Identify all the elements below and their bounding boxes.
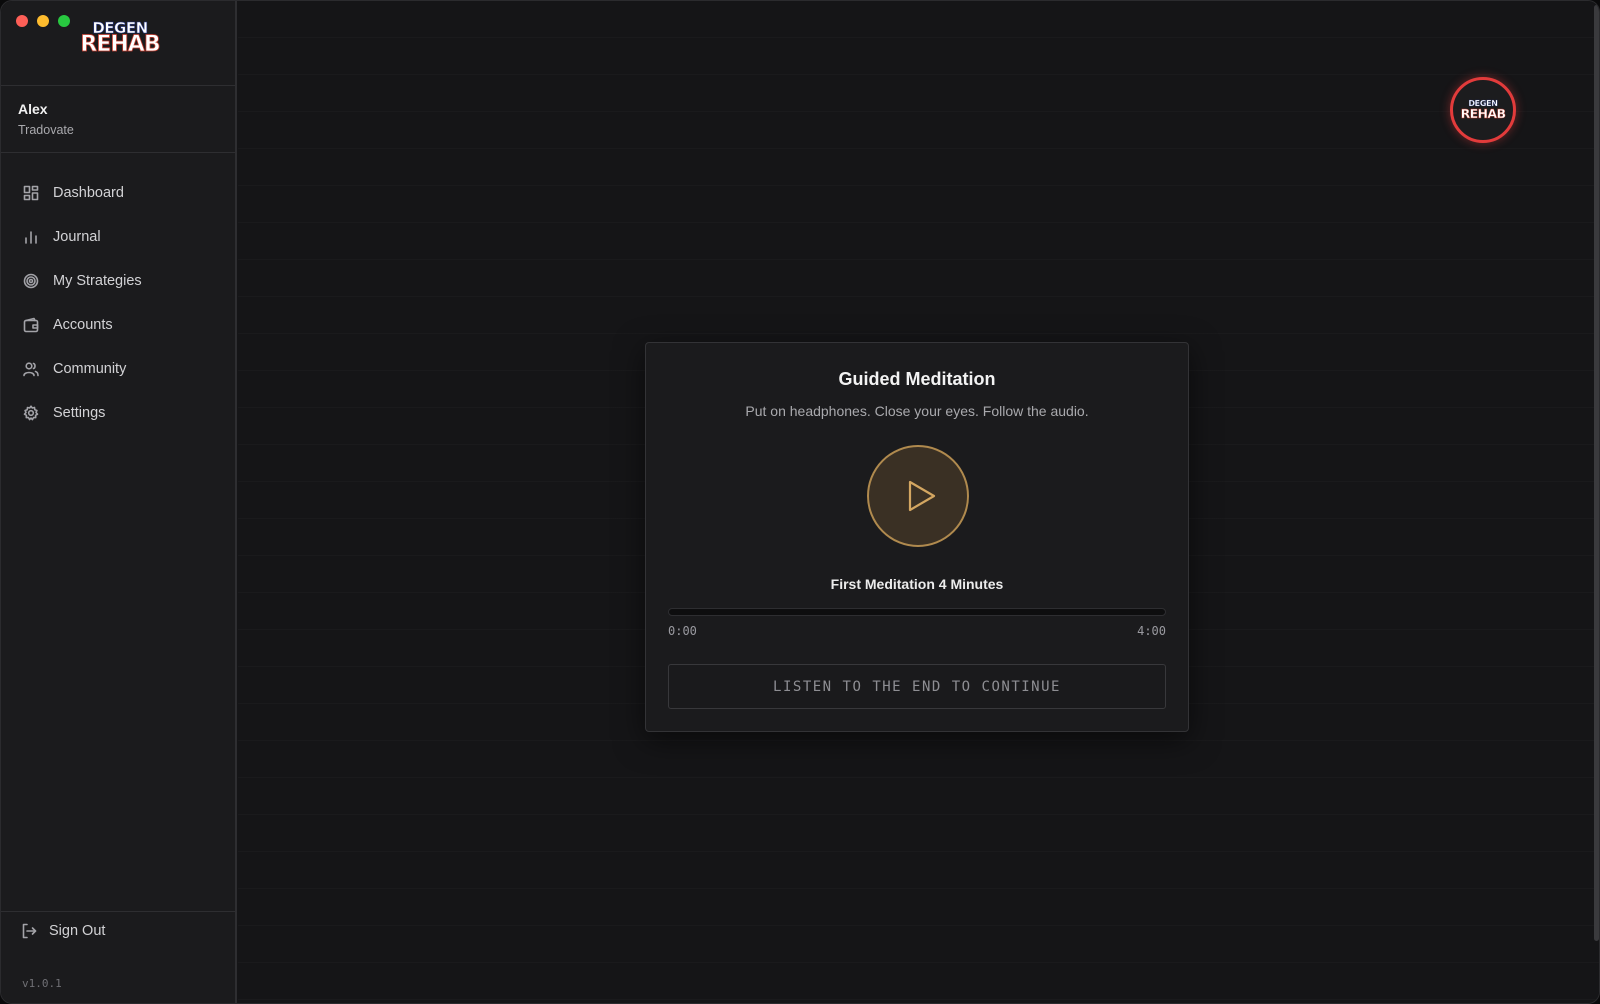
- sidebar-item-my-strategies[interactable]: My Strategies: [11, 259, 227, 303]
- window-controls: [16, 15, 70, 27]
- track-title: First Meditation 4 Minutes: [830, 576, 1004, 592]
- sidebar-item-label: My Strategies: [53, 273, 142, 289]
- sidebar: DEGEN REHAB Alex Tradovate Dashboard Jou…: [1, 1, 237, 1003]
- sidebar-item-settings[interactable]: Settings: [11, 391, 227, 435]
- maximize-window-button[interactable]: [58, 15, 70, 27]
- user-broker: Tradovate: [18, 123, 74, 137]
- play-icon: [908, 480, 936, 512]
- logo-bottom-text: REHAB: [80, 32, 161, 57]
- wallet-icon: [21, 315, 41, 335]
- card-title: Guided Meditation: [838, 369, 996, 389]
- sidebar-divider: [1, 85, 237, 86]
- logo-emblem: [103, 59, 139, 75]
- dashboard-grid-icon: [21, 183, 41, 203]
- bar-chart-icon: [21, 227, 41, 247]
- sidebar-item-label: Journal: [53, 229, 101, 245]
- sidebar-item-journal[interactable]: Journal: [11, 215, 227, 259]
- app-window: DEGEN REHAB Alex Tradovate Dashboard Jou…: [0, 0, 1600, 1004]
- sidebar-item-label: Settings: [53, 405, 106, 421]
- sign-out-label: Sign Out: [49, 923, 106, 939]
- minimize-window-button[interactable]: [37, 15, 49, 27]
- meditation-card: Guided Meditation Put on headphones. Clo…: [645, 342, 1189, 732]
- app-version: v1.0.1: [22, 977, 62, 990]
- sidebar-item-label: Dashboard: [53, 185, 124, 201]
- sidebar-item-label: Community: [53, 361, 127, 377]
- time-total: 4:00: [1137, 624, 1166, 638]
- continue-button[interactable]: LISTEN TO THE END TO CONTINUE: [668, 664, 1166, 709]
- target-icon: [21, 271, 41, 291]
- scrollbar[interactable]: [1594, 5, 1599, 941]
- close-window-button[interactable]: [16, 15, 28, 27]
- audio-progress-bar[interactable]: [668, 608, 1166, 616]
- sidebar-item-dashboard[interactable]: Dashboard: [11, 171, 227, 215]
- sidebar-item-label: Accounts: [53, 317, 113, 333]
- brand-badge-avatar[interactable]: DEGEN REHAB: [1450, 77, 1516, 143]
- sidebar-item-community[interactable]: Community: [11, 347, 227, 391]
- sidebar-divider: [1, 911, 237, 912]
- time-current: 0:00: [668, 624, 697, 638]
- sidebar-item-accounts[interactable]: Accounts: [11, 303, 227, 347]
- badge-bottom-text: REHAB: [1460, 105, 1506, 121]
- gear-icon: [21, 403, 41, 423]
- card-subtitle: Put on headphones. Close your eyes. Foll…: [745, 403, 1089, 419]
- sidebar-divider: [1, 152, 237, 153]
- user-name: Alex: [18, 101, 48, 117]
- play-button[interactable]: [867, 445, 969, 547]
- sign-out-icon: [22, 923, 37, 939]
- sign-out-button[interactable]: Sign Out: [21, 923, 105, 939]
- users-icon: [21, 359, 41, 379]
- app-logo: DEGEN REHAB: [75, 20, 165, 75]
- user-profile: Alex Tradovate: [18, 101, 74, 137]
- sidebar-nav: Dashboard Journal My Strategies Accounts: [11, 171, 227, 435]
